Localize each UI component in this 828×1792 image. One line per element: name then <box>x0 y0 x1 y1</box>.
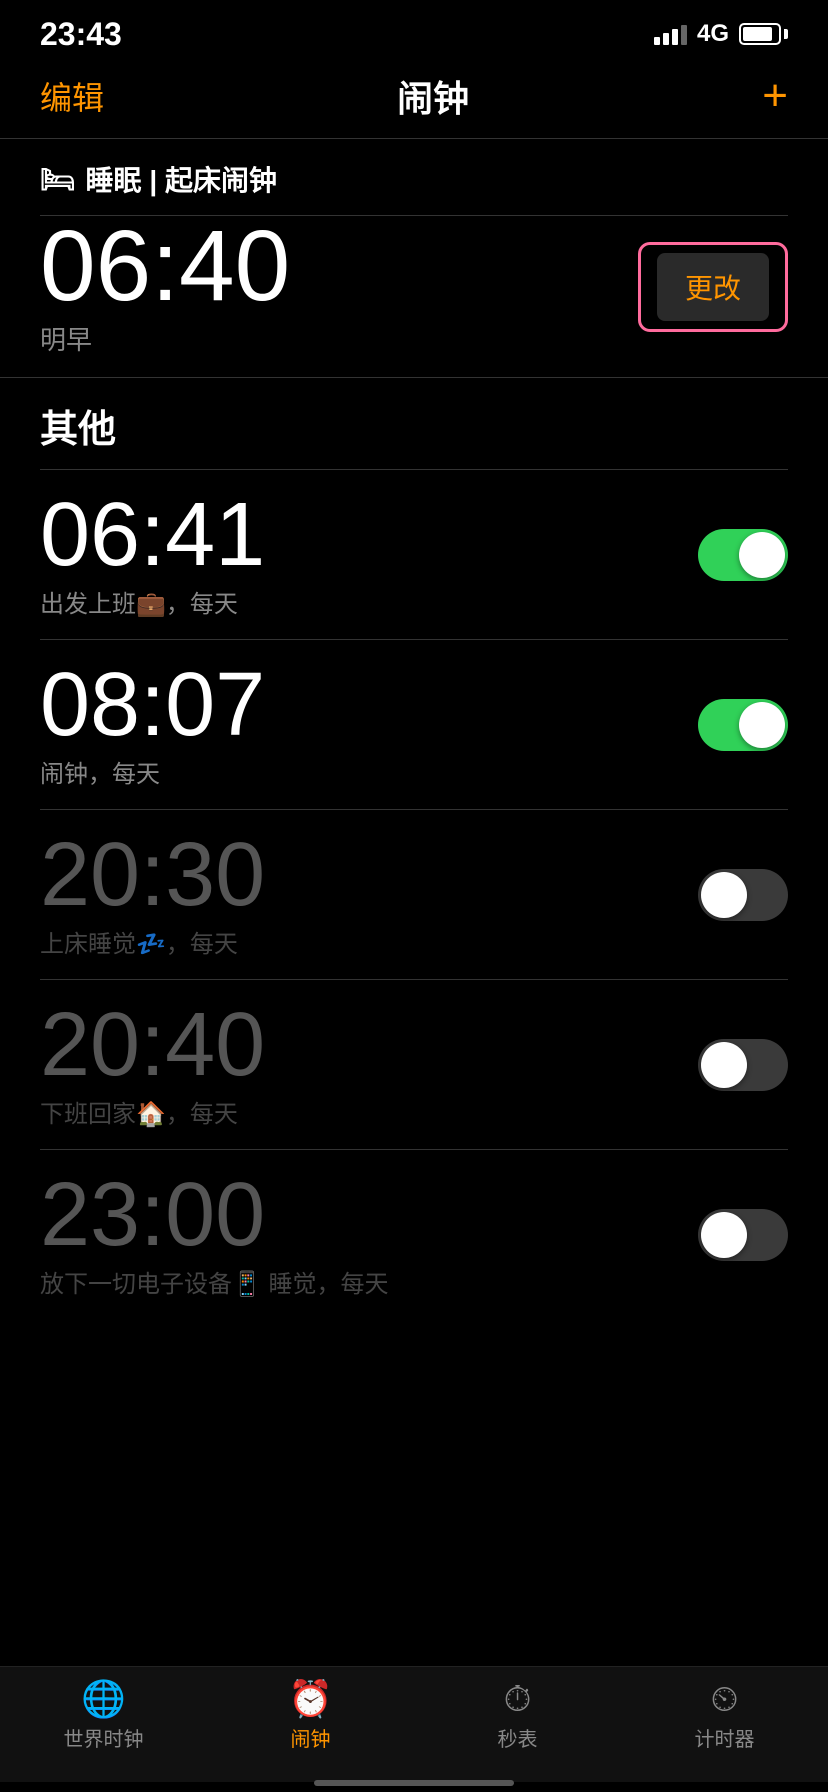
sleep-alarm-time: 06:40 <box>40 216 290 316</box>
alarm-toggle-2[interactable] <box>698 699 788 751</box>
alarm-item[interactable]: 20:30 上床睡觉💤，每天 <box>40 809 788 979</box>
alarm-toggle-1[interactable] <box>698 529 788 581</box>
alarm-desc-1: 出发上班💼，每天 <box>40 584 265 619</box>
alarm-item-left: 20:30 上床睡觉💤，每天 <box>40 830 265 959</box>
bed-icon: 🛏 <box>40 163 76 196</box>
nav-bar: 编辑 闹钟 + <box>0 60 828 138</box>
tab-alarm[interactable]: ⏰ 闹钟 <box>207 1681 414 1752</box>
alarm-item-left: 20:40 下班回家🏠，每天 <box>40 1000 265 1129</box>
battery-icon <box>739 23 788 45</box>
alarm-time-4: 20:40 <box>40 1000 265 1090</box>
status-time: 23:43 <box>40 16 122 53</box>
sleep-header-label: 睡眠 | 起床闹钟 <box>86 159 277 199</box>
alarm-time-2: 08:07 <box>40 660 265 750</box>
alarm-item-left: 23:00 放下一切电子设备📱 睡觉，每天 <box>40 1170 389 1299</box>
alarm-desc-4: 下班回家🏠，每天 <box>40 1094 265 1129</box>
page-title: 闹钟 <box>397 70 469 122</box>
toggle-knob-2 <box>739 702 785 748</box>
status-bar: 23:43 4G <box>0 0 828 60</box>
alarm-item-left: 08:07 闹钟，每天 <box>40 660 265 789</box>
other-section: 其他 06:41 出发上班💼，每天 08:07 闹钟，每天 20:30 上床睡觉… <box>0 378 828 1319</box>
sleep-alarm-sub: 明早 <box>40 320 290 357</box>
tab-bar: 🌐 世界时钟 ⏰ 闹钟 ⏱ 秒表 ⏲ 计时器 <box>0 1666 828 1782</box>
tab-stopwatch[interactable]: ⏱ 秒表 <box>414 1681 621 1752</box>
alarm-time-1: 06:41 <box>40 490 265 580</box>
alarm-label: 闹钟 <box>291 1723 331 1752</box>
sleep-section: 🛏 睡眠 | 起床闹钟 06:40 明早 更改 <box>0 139 828 377</box>
world-clock-label: 世界时钟 <box>64 1723 144 1752</box>
add-alarm-button[interactable]: + <box>762 74 788 118</box>
home-indicator-bar <box>314 1780 514 1786</box>
network-type: 4G <box>697 20 729 48</box>
world-clock-icon: 🌐 <box>81 1681 126 1717</box>
sleep-alarm-row: 06:40 明早 更改 <box>40 216 788 377</box>
alarm-item[interactable]: 06:41 出发上班💼，每天 <box>40 469 788 639</box>
toggle-knob-1 <box>739 532 785 578</box>
stopwatch-label: 秒表 <box>498 1723 538 1752</box>
alarm-item[interactable]: 08:07 闹钟，每天 <box>40 639 788 809</box>
alarm-toggle-3[interactable] <box>698 869 788 921</box>
alarm-toggle-5[interactable] <box>698 1209 788 1261</box>
tab-timer[interactable]: ⏲ 计时器 <box>621 1681 828 1752</box>
sleep-header: 🛏 睡眠 | 起床闹钟 <box>40 159 788 199</box>
timer-icon: ⏲ <box>710 1681 738 1717</box>
alarm-item[interactable]: 20:40 下班回家🏠，每天 <box>40 979 788 1149</box>
toggle-knob-5 <box>701 1212 747 1258</box>
toggle-knob-4 <box>701 1042 747 1088</box>
edit-button[interactable]: 编辑 <box>40 73 104 119</box>
alarm-desc-3: 上床睡觉💤，每天 <box>40 924 265 959</box>
timer-label: 计时器 <box>695 1723 755 1752</box>
alarm-item-left: 06:41 出发上班💼，每天 <box>40 490 265 619</box>
home-indicator <box>0 1782 828 1792</box>
alarm-toggle-4[interactable] <box>698 1039 788 1091</box>
signal-icon <box>654 23 687 45</box>
alarm-desc-5: 放下一切电子设备📱 睡觉，每天 <box>40 1264 389 1299</box>
change-button-wrapper: 更改 <box>638 242 788 332</box>
alarm-time-5: 23:00 <box>40 1170 389 1260</box>
alarm-icon: ⏰ <box>288 1681 333 1717</box>
status-icons: 4G <box>654 20 788 48</box>
alarm-desc-2: 闹钟，每天 <box>40 754 265 789</box>
stopwatch-icon: ⏱ <box>503 1681 531 1717</box>
change-button[interactable]: 更改 <box>657 253 769 321</box>
sleep-alarm-info: 06:40 明早 <box>40 216 290 357</box>
alarm-item[interactable]: 23:00 放下一切电子设备📱 睡觉，每天 <box>40 1149 788 1319</box>
tab-world-clock[interactable]: 🌐 世界时钟 <box>0 1681 207 1752</box>
toggle-knob-3 <box>701 872 747 918</box>
other-title: 其他 <box>40 378 788 469</box>
alarm-time-3: 20:30 <box>40 830 265 920</box>
